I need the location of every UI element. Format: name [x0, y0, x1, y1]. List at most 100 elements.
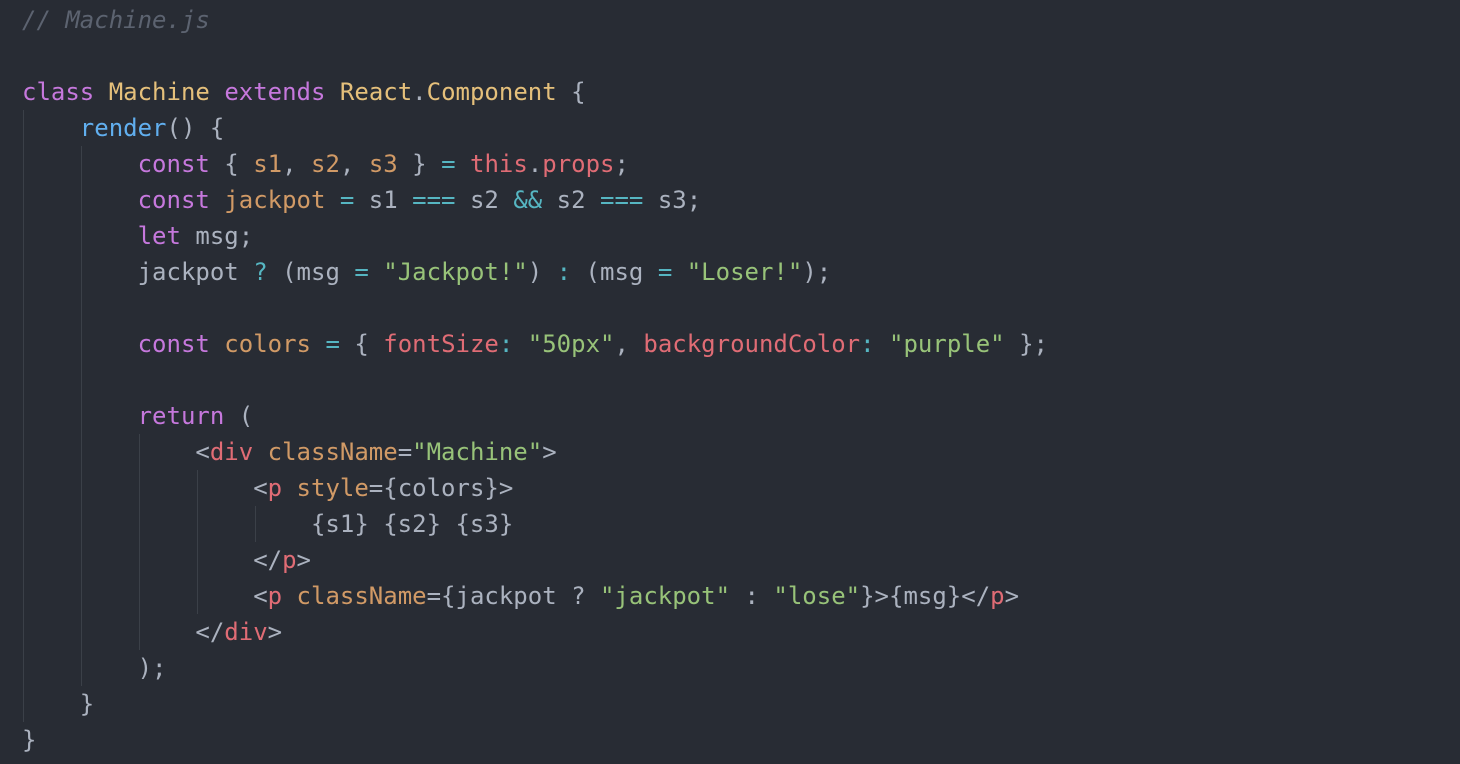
code-token-plain: , — [339, 150, 369, 178]
code-token-plain: : — [730, 582, 774, 610]
code-token-tag: p — [267, 474, 283, 502]
code-line: const jackpot = s1 === s2 && s2 === s3; — [22, 182, 702, 218]
code-token-string: "Jackpot!" — [383, 258, 528, 286]
code-token-plain: s1 — [354, 186, 413, 214]
code-token-plain: }>{msg}</ — [860, 582, 991, 610]
code-token-plain: {s1} {s2} {s3} — [22, 510, 514, 538]
code-token-tag: p — [990, 582, 1005, 610]
code-token-var: jackpot — [224, 186, 326, 214]
code-token-plain: </ — [22, 546, 283, 574]
code-token-class: Component — [426, 78, 557, 106]
code-token-plain: > — [542, 438, 557, 466]
code-line: } — [22, 686, 94, 722]
code-token-prop: fontSize — [383, 330, 499, 358]
code-token-plain: , — [614, 330, 644, 358]
code-token-plain: { — [339, 330, 384, 358]
code-line: {s1} {s2} {s3} — [22, 506, 513, 542]
code-token-plain: ); — [802, 258, 832, 286]
code-token-plain: (msg — [267, 258, 355, 286]
code-token-prop: props — [542, 150, 615, 178]
code-token-plain: ={colors}> — [368, 474, 514, 502]
code-token-attr: className — [267, 438, 398, 466]
code-token-string: "50px" — [527, 330, 615, 358]
code-token-plain: < — [22, 438, 210, 466]
code-token-plain: } — [22, 726, 37, 754]
code-line: <div className="Machine"> — [22, 434, 557, 470]
code-token-plain: }; — [1004, 330, 1048, 358]
code-token-plain: } — [397, 150, 442, 178]
code-token-plain: msg; — [180, 222, 254, 250]
code-line: } — [22, 722, 36, 758]
code-token-plain: s2 — [455, 186, 514, 214]
code-token-tag: p — [267, 582, 283, 610]
code-token-var: s1 — [253, 150, 283, 178]
code-token-op: = — [339, 186, 355, 214]
code-token-keyword: return — [137, 402, 225, 430]
code-token-op: === — [600, 186, 644, 214]
code-token-func: render — [79, 114, 167, 142]
code-token-tag: div — [224, 618, 268, 646]
code-token-plain: > — [296, 546, 311, 574]
code-token-var: colors — [224, 330, 311, 358]
code-line: return ( — [22, 398, 254, 434]
code-token-op: === — [412, 186, 456, 214]
code-token-op: ? — [253, 258, 268, 286]
code-line: // Machine.js — [22, 2, 210, 38]
code-token-plain: jackpot — [22, 258, 254, 286]
code-line: <p className={jackpot ? "jackpot" : "los… — [22, 578, 1019, 614]
code-token-string: "lose" — [773, 582, 861, 610]
code-token-op: : — [556, 258, 572, 286]
code-token-plain: = — [397, 438, 413, 466]
code-token-plain: ) — [527, 258, 557, 286]
code-line: jackpot ? (msg = "Jackpot!") : (msg = "L… — [22, 254, 832, 290]
code-token-plain: () { — [166, 114, 225, 142]
code-token-string: "jackpot" — [599, 582, 731, 610]
code-token-plain: s2 — [542, 186, 601, 214]
code-token-plain: { — [556, 78, 586, 106]
code-token-op: : — [860, 330, 875, 358]
code-token-plain: ={jackpot ? — [426, 582, 600, 610]
code-token-string: "purple" — [889, 330, 1005, 358]
code-token-keyword: class — [22, 78, 95, 106]
code-token-plain: < — [22, 582, 268, 610]
code-token-keyword: extends — [224, 78, 326, 106]
code-token-plain: . — [527, 150, 543, 178]
code-token-op: : — [498, 330, 514, 358]
code-token-tag: p — [282, 546, 297, 574]
code-token-plain: . — [412, 78, 427, 106]
code-token-keyword: const — [137, 330, 210, 358]
code-token-keyword: const — [137, 150, 210, 178]
code-token-attr: className — [296, 582, 427, 610]
code-token-plain: } — [22, 690, 95, 718]
code-token-plain: (msg — [571, 258, 658, 286]
code-line: class Machine extends React.Component { — [22, 74, 586, 110]
code-token-op: = — [354, 258, 369, 286]
code-token-plain: > — [267, 618, 283, 646]
code-token-keyword: const — [137, 186, 210, 214]
code-token-string: "Machine" — [412, 438, 543, 466]
code-token-op: && — [513, 186, 543, 214]
code-token-plain: < — [22, 474, 268, 502]
code-token-keyword: let — [137, 222, 181, 250]
code-token-attr: style — [296, 474, 369, 502]
code-token-class: React — [339, 78, 413, 106]
code-token-plain: ); — [22, 654, 167, 682]
code-editor[interactable]: // Machine.js class Machine extends React… — [0, 0, 1460, 764]
code-token-string: "Loser!" — [686, 258, 803, 286]
code-token-plain: s3; — [643, 186, 702, 214]
code-token-plain: { — [209, 150, 254, 178]
